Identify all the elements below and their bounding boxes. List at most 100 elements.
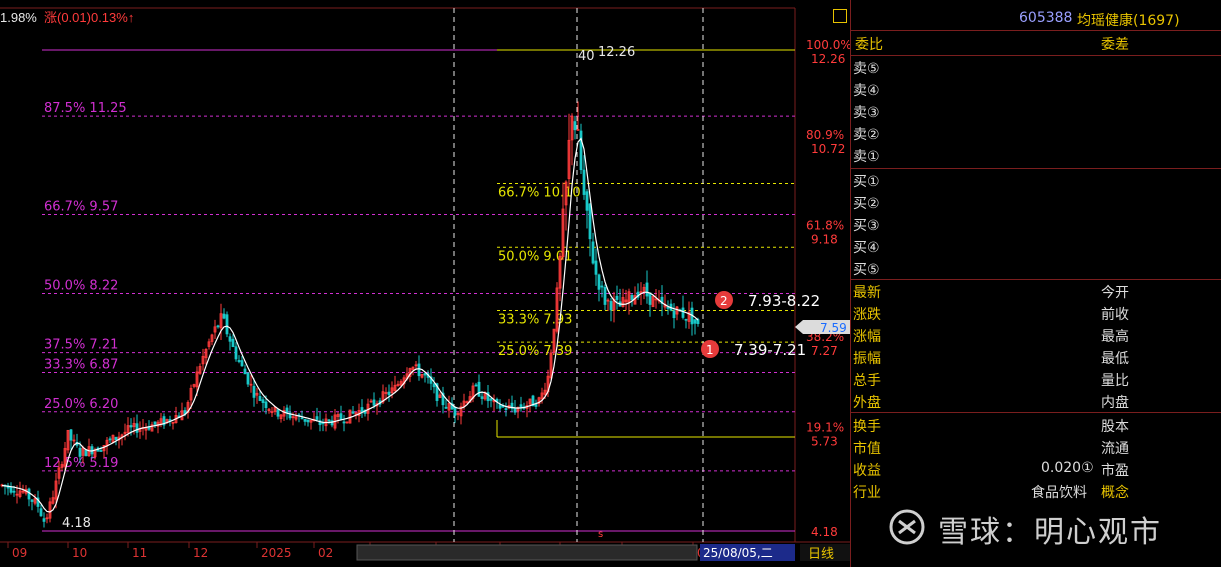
stat-left-label: 外盘: [853, 395, 881, 411]
candle-body: [108, 438, 112, 441]
stat-right-label: 前收: [1101, 307, 1129, 323]
buy-label: 买②: [853, 196, 880, 212]
kline-chart[interactable]: 87.5% 11.25 66.7% 9.57 50.0% 8.22 37.5% 7.2…: [0, 0, 850, 567]
s-marker: s: [598, 529, 603, 540]
stat-right-label: 内盘: [1101, 395, 1129, 411]
fib-short-label: 25.0% 7.39: [498, 344, 572, 359]
weibi-label: 委比: [855, 37, 883, 53]
candle-body: [672, 310, 676, 319]
candle-body: [594, 260, 598, 275]
candle-body: [585, 191, 589, 211]
info-right-label: 流通: [1101, 441, 1129, 457]
weicha-label: 委差: [1101, 37, 1129, 53]
sell-label: 卖①: [853, 149, 880, 165]
candle-body: [303, 418, 307, 422]
candle-body: [216, 325, 220, 328]
candle-body: [489, 398, 493, 401]
candle-body: [225, 314, 229, 335]
annotation-number: 2: [720, 294, 728, 308]
header-pct-left: 1.98%: [0, 10, 37, 25]
info-right-label: 概念: [1101, 485, 1129, 501]
info-right-label: 股本: [1101, 419, 1129, 435]
candle-body: [27, 488, 31, 500]
annotation-range: 7.39-7.21: [734, 341, 806, 359]
stat-left-label: 总手: [853, 373, 881, 389]
xueqiu-logo-icon: [889, 509, 925, 545]
candle-body: [579, 130, 583, 171]
fib-short-label: 33.3% 7.93: [498, 312, 572, 327]
time-scrollbar[interactable]: [356, 544, 698, 561]
fib-short-label: 66.7% 10.10: [498, 185, 581, 200]
candle-body: [339, 413, 343, 421]
buy-row: 买③: [851, 213, 1221, 235]
candle-body: [603, 286, 607, 305]
sell-row: 卖④: [851, 78, 1221, 100]
current-price-text: 7.59: [820, 321, 847, 335]
stock-title-row: 605388 均瑶健康(1697): [833, 8, 1221, 30]
sell-row: 卖②: [851, 122, 1221, 144]
stat-row: 振幅 最低: [851, 346, 1221, 368]
fib-long-label: 66.7% 9.57: [44, 199, 118, 214]
candle-body: [84, 449, 88, 457]
header-change-text: 涨(0.01)0.13%↑: [44, 10, 134, 25]
candle-body: [9, 486, 13, 493]
candle-body: [342, 421, 346, 424]
info-row: 行业 概念 食品饮料: [851, 480, 1221, 502]
candle-body: [78, 447, 82, 457]
candle-body: [129, 425, 133, 428]
candle-body: [474, 384, 478, 387]
stat-left-label: 涨幅: [853, 329, 881, 345]
candle-body: [234, 346, 238, 360]
yellow-square-icon[interactable]: [833, 9, 847, 23]
right-axis-pct: 19.1%: [806, 420, 844, 434]
stat-row: 涨跌 前收: [851, 302, 1221, 324]
candle-body: [480, 396, 484, 399]
right-axis-price: 5.73: [811, 434, 838, 448]
buy-label: 买④: [853, 240, 880, 256]
min-label: 4.18: [62, 516, 91, 531]
candle-body: [69, 429, 73, 441]
info-mid-value: 0.020①: [1041, 460, 1094, 476]
right-axis-price: 4.18: [811, 525, 838, 539]
stat-left-label: 振幅: [853, 351, 881, 367]
sell-label: 卖⑤: [853, 61, 880, 77]
stat-right-label: 今开: [1101, 285, 1129, 301]
candle-body: [114, 436, 118, 440]
info-left-label: 收益: [853, 463, 881, 479]
candle-body: [243, 368, 247, 375]
candle-body: [153, 421, 157, 425]
watermark-text: 雪球：明心观市: [938, 515, 1162, 550]
candle-body: [12, 490, 16, 493]
x-axis-label: 2025: [261, 546, 292, 560]
candle-body: [504, 408, 508, 411]
candle-body: [261, 399, 265, 403]
period-tag[interactable]: 日线: [808, 547, 834, 562]
candle-body: [591, 241, 595, 264]
candle-body: [498, 404, 502, 409]
candle-body: [372, 399, 376, 406]
buy-label: 买①: [853, 174, 880, 190]
info-mid-value: 食品饮料: [1031, 485, 1087, 501]
sell-row: 卖①: [851, 144, 1221, 166]
fib-long-label: 33.3% 6.87: [44, 358, 118, 373]
stock-name: 均瑶健康(1697): [1077, 13, 1180, 29]
candle-body: [696, 319, 700, 325]
stat-left-label: 最新: [853, 285, 881, 301]
stat-right-label: 最高: [1101, 329, 1129, 345]
candle-body: [360, 407, 364, 413]
candle-body: [39, 508, 43, 517]
stat-right-label: 量比: [1101, 373, 1129, 389]
candle-body: [597, 274, 601, 290]
candle-body: [240, 360, 244, 367]
sell-label: 卖④: [853, 83, 880, 99]
sell-label: 卖②: [853, 127, 880, 143]
fib-long-label: 87.5% 11.25: [44, 101, 127, 116]
candle-body: [417, 363, 421, 377]
x-axis-label: 10: [72, 546, 87, 560]
stat-right-label: 最低: [1101, 351, 1129, 367]
sell-row: 卖③: [851, 100, 1221, 122]
info-right-label: 市盈: [1101, 463, 1129, 479]
fib-long-label: 50.0% 8.22: [44, 279, 118, 294]
right-axis-price: 9.18: [811, 232, 838, 246]
right-axis-price: 10.72: [811, 142, 845, 156]
